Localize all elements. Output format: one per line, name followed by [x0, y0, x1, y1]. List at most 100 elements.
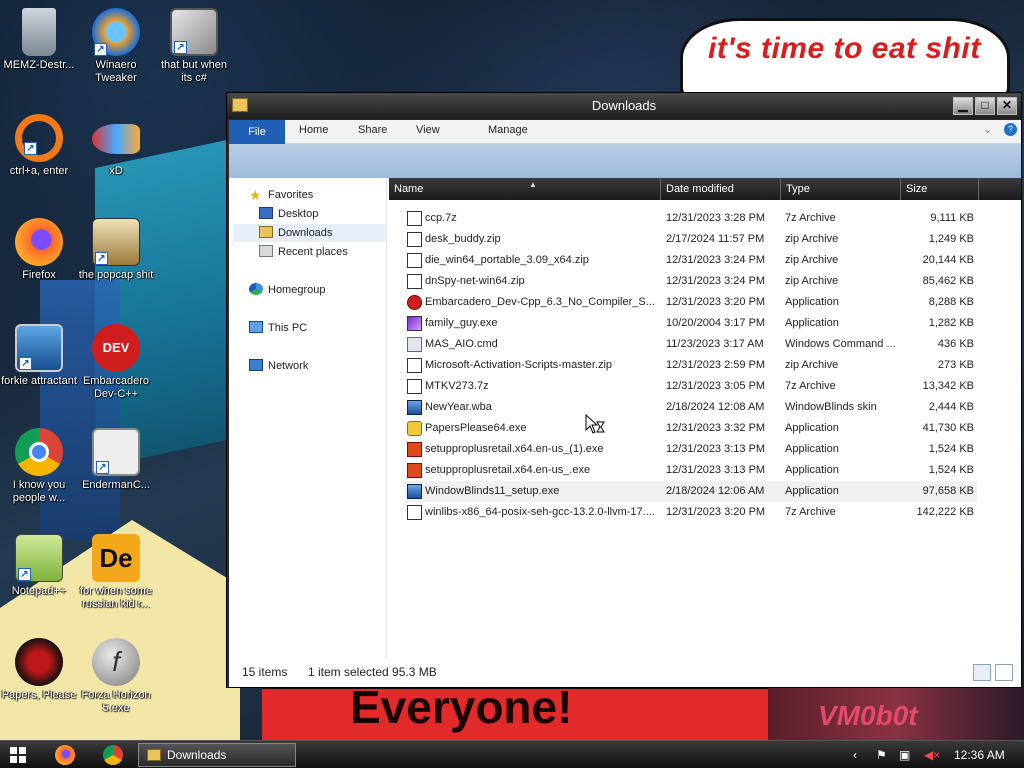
file-row[interactable]: setupproplusretail.x64.en-us_.exe 12/31/2… [405, 460, 977, 481]
tab-manage[interactable]: Manage [488, 124, 528, 136]
file-row[interactable]: NewYear.wba 2/18/2024 12:08 AM WindowBlind… [405, 397, 977, 418]
start-button[interactable] [10, 747, 26, 763]
application-file-icon [407, 295, 422, 310]
network-tray-icon[interactable]: ▣ [899, 741, 910, 768]
nav-network[interactable]: Network [249, 357, 308, 375]
taskbar-firefox-icon[interactable] [55, 745, 75, 765]
desktop-icon-winaero[interactable]: ↗ Winaero Tweaker [77, 8, 155, 85]
file-type: Application [785, 485, 839, 497]
desktop-icon-ctrl-a[interactable]: ↗ ctrl+a, enter [0, 114, 78, 178]
file-name: WindowBlinds11_setup.exe [425, 485, 560, 497]
file-date: 2/18/2024 12:06 AM [666, 485, 765, 497]
file-name: Microsoft-Activation-Scripts-master.zip [425, 359, 613, 371]
file-name: MTKV273.7z [425, 380, 489, 392]
clock[interactable]: 12:36 AM [954, 741, 1005, 768]
file-row[interactable]: winlibs-x86_64-posix-seh-gcc-13.2.0-llvm… [405, 502, 977, 523]
shortcut-arrow-icon: ↗ [18, 568, 31, 581]
desktop-icon-xd[interactable]: xD [77, 114, 155, 178]
file-row[interactable]: Microsoft-Activation-Scripts-master.zip 1… [405, 355, 977, 376]
file-type: zip Archive [785, 359, 839, 371]
file-row[interactable]: MAS_AIO.cmd 11/23/2023 3:17 AM Windows Com… [405, 334, 977, 355]
file-name: NewYear.wba [425, 401, 492, 413]
file-name: MAS_AIO.cmd [425, 338, 498, 350]
action-center-flag-icon[interactable]: ⚑ [876, 741, 887, 768]
desktop-icon-csharp[interactable]: ↗ that but when its c# [155, 8, 233, 85]
shortcut-arrow-icon: ↗ [96, 461, 109, 474]
file-list: Name ▲ Date modified Type Size ccp.7z 12/… [389, 178, 1021, 658]
explorer-content: ★ Favorites Desktop Downloads Recent plac… [229, 178, 1021, 687]
desktop-icon-memz[interactable]: MEMZ-Destr... [0, 8, 78, 72]
desktop-icon-notepadpp[interactable]: ↗ Notepad++ [0, 534, 78, 598]
desktop-icon-label: ctrl+a, enter [9, 165, 69, 177]
tray-expand-icon[interactable]: ‹ [853, 741, 857, 768]
help-icon[interactable]: ? [1004, 123, 1017, 136]
file-row[interactable]: die_win64_portable_3.09_x64.zip 12/31/202… [405, 250, 977, 271]
application-file-icon [407, 421, 422, 436]
tab-view[interactable]: View [416, 124, 440, 136]
close-button[interactable]: ✕ [997, 97, 1017, 115]
desktop-icon-papers-please[interactable]: Papers, Please [0, 638, 78, 702]
desktop-icon-devcpp[interactable]: DEV Embarcadero Dev-C++ [77, 324, 155, 401]
desktop-icon-enderman[interactable]: ↗ EndermanC... [77, 428, 155, 492]
file-size: 8,288 KB [928, 296, 974, 308]
nav-desktop[interactable]: Desktop [259, 205, 318, 223]
file-row[interactable]: Embarcadero_Dev-Cpp_6.3_No_Compiler_S...… [405, 292, 977, 313]
file-row[interactable]: setupproplusretail.x64.en-us_(1).exe 12/3… [405, 439, 977, 460]
nav-recent-places[interactable]: Recent places [259, 243, 348, 261]
details-view-icon[interactable] [973, 664, 991, 681]
file-row[interactable]: desk_buddy.zip 2/17/2024 11:57 PM zip Arch… [405, 229, 977, 250]
nav-downloads[interactable]: Downloads [233, 224, 385, 242]
file-row[interactable]: WindowBlinds11_setup.exe 2/18/2024 12:06 … [405, 481, 977, 502]
taskbar-downloads-button[interactable]: Downloads [138, 743, 296, 767]
file-row[interactable]: ccp.7z 12/31/2023 3:28 PM 7z Archive 9,111 … [405, 208, 977, 229]
tab-home[interactable]: Home [299, 124, 328, 136]
file-name: dnSpy-net-win64.zip [425, 275, 525, 287]
desktop-icon-forkie[interactable]: ↗ forkie attractant [0, 324, 78, 388]
desktop-icon-firefox[interactable]: Firefox [0, 218, 78, 282]
window-titlebar[interactable]: Downloads ▁ □ ✕ [227, 93, 1021, 119]
file-date: 2/17/2024 11:57 PM [666, 233, 765, 245]
volume-muted-icon[interactable]: ◀× [924, 741, 940, 768]
desktop-icon-chrome[interactable]: I know you people w... [0, 428, 78, 505]
tab-file[interactable]: File [229, 120, 285, 144]
file-type: zip Archive [785, 233, 839, 245]
file-name: die_win64_portable_3.09_x64.zip [425, 254, 589, 266]
file-date: 12/31/2023 3:28 PM [666, 212, 766, 224]
application-file-icon [407, 337, 422, 352]
file-row[interactable]: dnSpy-net-win64.zip 12/31/2023 3:24 PM zip… [405, 271, 977, 292]
tab-share[interactable]: Share [358, 124, 387, 136]
large-icons-view-icon[interactable] [995, 664, 1013, 681]
nav-favorites[interactable]: ★ Favorites [249, 186, 313, 204]
desktop-icon-forza[interactable]: f Forza Horizon 5.exe [77, 638, 155, 715]
folder-icon [147, 749, 161, 761]
file-row[interactable]: PapersPlease64.exe 12/31/2023 3:32 PM Appl… [405, 418, 977, 439]
desktop-icon-de[interactable]: De for when some russian kid r... [77, 534, 155, 611]
column-header-date[interactable]: Date modified [661, 178, 781, 200]
desktop-icon-label: MEMZ-Destr... [3, 59, 75, 71]
taskbar-button-label: Downloads [167, 748, 227, 762]
column-header-size[interactable]: Size [901, 178, 979, 200]
selection-info: 1 item selected 95.3 MB [308, 665, 437, 679]
file-type: Application [785, 464, 839, 476]
maximize-button[interactable]: □ [975, 97, 995, 115]
file-date: 12/31/2023 3:24 PM [666, 254, 766, 266]
archive-file-icon [407, 358, 422, 373]
file-row[interactable]: family_guy.exe 10/20/2004 3:17 PM Applicat… [405, 313, 977, 334]
nav-this-pc[interactable]: This PC [249, 319, 307, 337]
archive-file-icon [407, 505, 422, 520]
nav-homegroup[interactable]: Homegroup [249, 281, 325, 299]
column-header-type[interactable]: Type [781, 178, 901, 200]
file-size: 273 KB [937, 359, 974, 371]
file-type: Application [785, 443, 839, 455]
desktop-icon-popcap[interactable]: ↗ the popcap shit [77, 218, 155, 282]
minimize-button[interactable]: ▁ [953, 97, 973, 115]
column-header-name[interactable]: Name ▲ [389, 178, 661, 200]
ribbon-expand-icon[interactable]: ⌄ [983, 123, 992, 136]
file-size: 85,462 KB [922, 275, 974, 287]
file-row[interactable]: MTKV273.7z 12/31/2023 3:05 PM 7z Archive 13… [405, 376, 977, 397]
desktop-icon-label: xD [109, 165, 123, 177]
taskbar-chrome-icon[interactable] [103, 745, 123, 765]
file-type: zip Archive [785, 254, 839, 266]
column-label: Name [394, 183, 424, 195]
file-size: 97,658 KB [922, 485, 974, 497]
